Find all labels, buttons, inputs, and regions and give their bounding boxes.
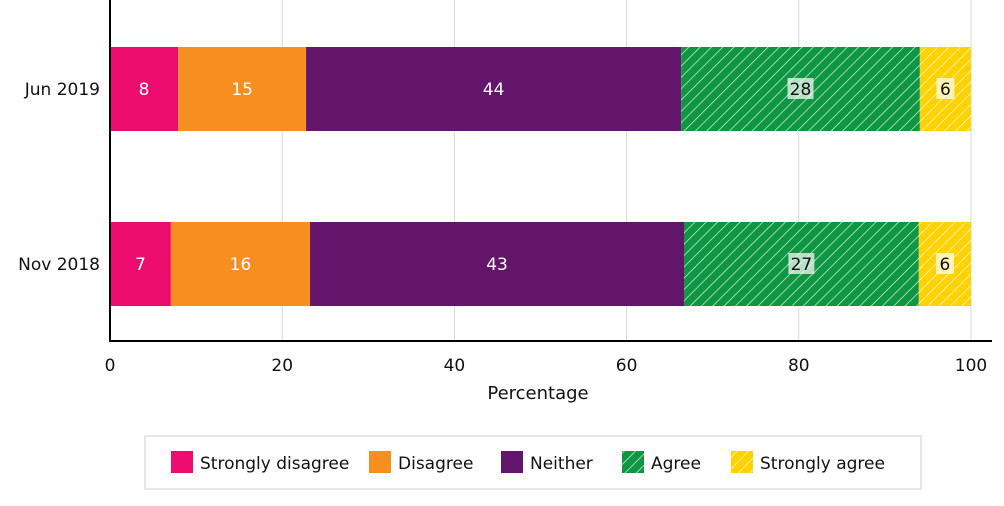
- legend-item-disagree: Disagree: [369, 451, 473, 474]
- bar-segment-neither-nov-2018: 43: [310, 222, 684, 306]
- data-label: 7: [135, 255, 146, 275]
- data-label: 28: [790, 80, 812, 100]
- data-label: 44: [483, 80, 505, 100]
- legend-swatch: [501, 451, 523, 473]
- legend: Strongly disagree Disagree Neither Agree Str…: [144, 435, 922, 490]
- legend-label: Neither: [530, 454, 593, 474]
- data-label: 43: [486, 255, 508, 275]
- bar-segment-strongly-agree-nov-2018: 6: [918, 222, 971, 306]
- stacked-bar-chart: 8 15 44 28 6 7 16 43 27 6 0 20 40 60 80 100 Jun 2019 No…: [18, 0, 992, 490]
- legend-label: Disagree: [398, 454, 473, 474]
- legend-label: Strongly disagree: [200, 454, 349, 474]
- x-axis-label: Percentage: [487, 383, 588, 404]
- bar-segment-strongly-disagree-jun-2019: 8: [110, 47, 179, 131]
- x-tick-label: 20: [271, 356, 293, 376]
- x-tick-label: 40: [444, 356, 466, 376]
- data-label: 27: [791, 255, 813, 275]
- bar-segment-neither-jun-2019: 44: [306, 47, 682, 131]
- legend-item-agree: Agree: [622, 451, 701, 474]
- legend-swatch: [622, 451, 644, 473]
- x-tick-label: 60: [616, 356, 638, 376]
- bar-segment-strongly-disagree-nov-2018: 7: [110, 222, 171, 306]
- x-tick-label: 0: [105, 356, 116, 376]
- category-label-jun-2019: Jun 2019: [24, 80, 100, 100]
- legend-item-neither: Neither: [501, 451, 593, 474]
- legend-label: Strongly agree: [760, 454, 885, 474]
- data-label: 15: [231, 80, 253, 100]
- data-label: 6: [939, 255, 950, 275]
- data-label: 8: [139, 80, 150, 100]
- legend-swatch: [731, 451, 753, 473]
- bars: 8 15 44 28 6 7 16 43 27 6: [110, 47, 971, 306]
- data-label: 6: [940, 80, 951, 100]
- legend-swatch: [171, 451, 193, 473]
- x-tick-label: 80: [788, 356, 810, 376]
- bar-segment-disagree-nov-2018: 16: [170, 222, 311, 306]
- bar-segment-strongly-agree-jun-2019: 6: [919, 47, 971, 131]
- bar-segment-agree-jun-2019: 28: [681, 47, 920, 131]
- bar-segment-disagree-jun-2019: 15: [178, 47, 307, 131]
- x-tick-label: 100: [955, 356, 987, 376]
- legend-label: Agree: [651, 454, 701, 474]
- legend-swatch: [369, 451, 391, 473]
- bar-segment-agree-nov-2018: 27: [684, 222, 919, 306]
- category-label-nov-2018: Nov 2018: [18, 255, 100, 275]
- y-category-labels: Jun 2019 Nov 2018: [18, 80, 100, 275]
- x-tick-labels: 0 20 40 60 80 100: [105, 356, 988, 376]
- data-label: 16: [230, 255, 252, 275]
